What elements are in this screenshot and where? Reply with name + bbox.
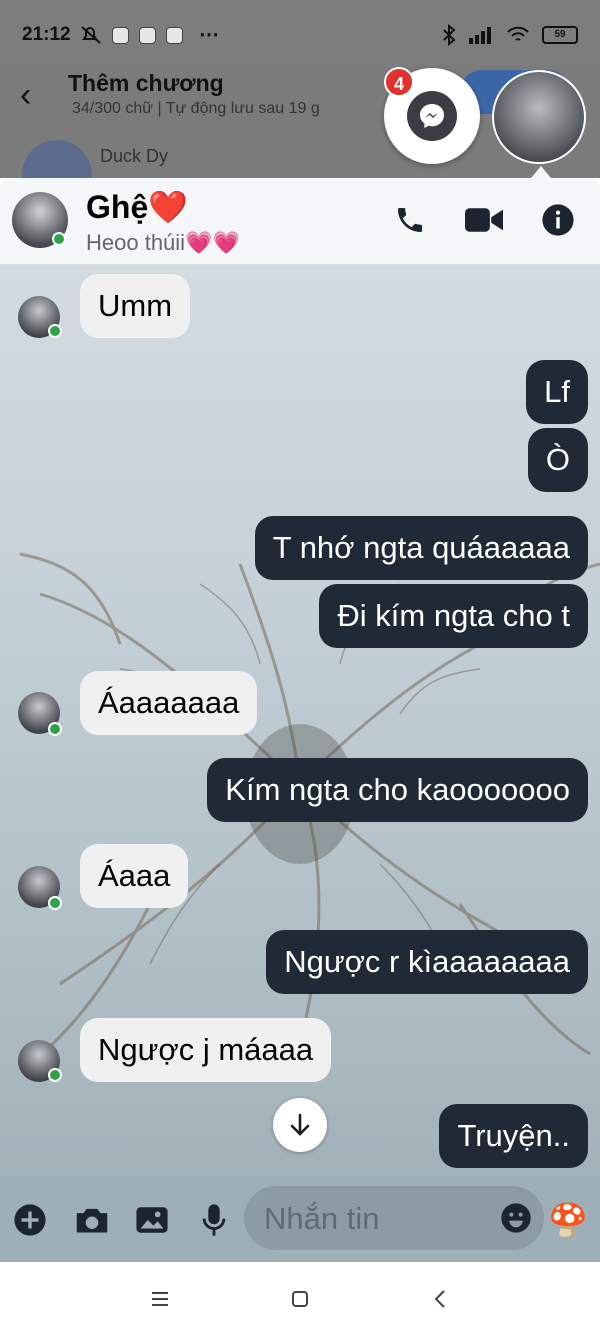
menu-nav-icon[interactable] (145, 1284, 175, 1314)
status-time: 21:12 (22, 24, 71, 45)
navigation-bar (0, 1262, 600, 1333)
message-composer: 🍄 (0, 1176, 600, 1262)
contact-status: Heoo thúii💗💗 (86, 230, 240, 255)
quick-reaction-button[interactable]: 🍄 (548, 1202, 588, 1238)
app-notification-icon (112, 26, 129, 44)
status-notification-icons: ⋯ (80, 25, 219, 45)
mute-icon (81, 26, 101, 44)
tiktok-notification-icon (166, 26, 183, 44)
back-arrow-icon: ‹ (20, 76, 32, 114)
background-app-title: Thêm chương (68, 70, 224, 96)
background-app-subtitle: 34/300 chữ | Tự động lưu sau 19 g (72, 100, 320, 117)
outgoing-message[interactable]: Đi kím ngta cho t (319, 584, 588, 648)
online-indicator (48, 324, 62, 338)
status-system-icons: 59 (442, 24, 578, 46)
app-notification-icon (139, 26, 156, 44)
message-input[interactable] (262, 1186, 486, 1252)
outgoing-message[interactable]: Truyện.. (439, 1104, 588, 1168)
chat-header: Ghệ❤️ Heoo thúii💗💗 (0, 178, 600, 265)
incoming-message[interactable]: Áaaa (80, 844, 189, 908)
gallery-icon[interactable] (134, 1202, 170, 1238)
emoji-icon[interactable] (498, 1200, 534, 1236)
voice-call-icon[interactable] (390, 200, 430, 240)
message-input-wrapper (244, 1186, 544, 1252)
home-nav-icon[interactable] (285, 1284, 315, 1314)
chat-window: Ghệ❤️ Heoo thúii💗💗 Umm Lf Ò T nhớ ngta q… (0, 178, 600, 1262)
online-indicator (48, 1068, 62, 1082)
info-icon[interactable] (538, 200, 578, 240)
contact-name[interactable]: Ghệ❤️ (86, 188, 188, 226)
microphone-icon[interactable] (196, 1202, 232, 1238)
unread-badge: 4 (384, 67, 414, 97)
contact-chat-head[interactable] (492, 70, 586, 164)
outgoing-message[interactable]: Ngược r kìaaaaaaaa (266, 930, 588, 994)
wifi-icon (507, 26, 529, 41)
add-icon[interactable] (12, 1202, 48, 1238)
incoming-message[interactable]: Áaaaaaaa (80, 671, 258, 735)
battery-indicator: 59 (542, 26, 578, 44)
messenger-icon (407, 91, 457, 141)
back-nav-icon[interactable] (425, 1284, 455, 1314)
outgoing-message[interactable]: Kím ngta cho kaooooooo (207, 758, 588, 822)
incoming-message[interactable]: Ngược j máaaa (80, 1018, 332, 1082)
camera-icon[interactable] (74, 1202, 110, 1238)
incoming-message[interactable]: Umm (80, 274, 191, 338)
signal-icon (469, 27, 491, 44)
outgoing-message[interactable]: T nhớ ngta quáaaaaa (254, 516, 588, 580)
chat-head-pointer (531, 166, 551, 178)
scroll-to-bottom-button[interactable] (273, 1098, 327, 1152)
arrow-down-icon (290, 1113, 310, 1136)
online-indicator (48, 896, 62, 910)
outgoing-message[interactable]: Lf (526, 360, 588, 424)
video-call-icon[interactable] (464, 200, 504, 240)
status-bar: 21:12 ⋯ 59 (0, 0, 600, 66)
online-indicator (48, 722, 62, 736)
online-indicator (52, 232, 66, 246)
outgoing-message[interactable]: Ò (527, 428, 588, 492)
bluetooth-icon (443, 24, 456, 46)
background-author-name: Duck Dy (100, 146, 169, 166)
more-notifications-icon: ⋯ (199, 24, 219, 46)
